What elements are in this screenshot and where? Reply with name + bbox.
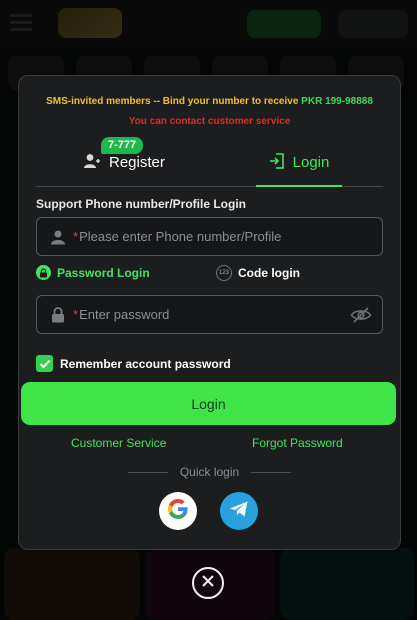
eye-slash-icon[interactable] (350, 306, 372, 324)
add-user-icon (83, 152, 101, 174)
sms-invite-notice: SMS-invited members -- Bind your number … (19, 96, 400, 107)
user-icon (49, 228, 67, 246)
contact-service-notice: You can contact customer service (128, 116, 291, 127)
code-login-option[interactable]: 123 Code login (216, 265, 300, 281)
close-modal-button[interactable] (192, 567, 224, 599)
phone-input[interactable] (79, 229, 382, 244)
password-input[interactable] (79, 307, 350, 322)
quick-login-divider: Quick login (19, 465, 400, 479)
password-login-label: Password Login (57, 265, 150, 280)
password-field: * (36, 295, 383, 334)
lock-icon (36, 265, 51, 280)
remember-password-label: Remember account password (60, 356, 231, 371)
required-mark: * (73, 307, 79, 322)
login-door-icon (269, 152, 285, 174)
notice-amount: PKR 199-98888 (301, 96, 373, 107)
password-login-option[interactable]: Password Login (36, 265, 150, 280)
register-bonus-badge: 7-777 (101, 137, 144, 154)
telegram-login-button[interactable] (220, 492, 258, 530)
numeric-code-icon: 123 (216, 265, 232, 281)
phone-field-label: Support Phone number/Profile Login (36, 197, 246, 211)
divider-line (127, 471, 168, 473)
tab-register-label: Register (109, 154, 165, 171)
divider-line (251, 471, 292, 473)
login-button[interactable]: Login (21, 382, 396, 425)
telegram-icon (229, 500, 249, 523)
login-modal: SMS-invited members -- Bind your number … (18, 75, 401, 550)
active-tab-indicator (256, 185, 342, 187)
remember-password-toggle[interactable]: Remember account password (36, 355, 231, 372)
google-login-button[interactable] (159, 492, 197, 530)
phone-field: * (36, 217, 383, 256)
customer-service-link[interactable]: Customer Service (71, 436, 166, 450)
google-icon (166, 497, 190, 526)
auth-tabs: Register Login (36, 139, 383, 187)
checkbox-checked-icon[interactable] (36, 355, 53, 372)
quick-login-label: Quick login (179, 465, 240, 479)
code-login-label: Code login (238, 266, 300, 280)
close-icon (201, 574, 215, 593)
padlock-icon (49, 306, 67, 324)
forgot-password-link[interactable]: Forgot Password (252, 436, 343, 450)
notice-text: SMS-invited members -- Bind your number … (46, 96, 299, 107)
tab-login[interactable]: Login (256, 139, 342, 186)
tab-login-label: Login (292, 154, 330, 171)
required-mark: * (73, 229, 79, 244)
